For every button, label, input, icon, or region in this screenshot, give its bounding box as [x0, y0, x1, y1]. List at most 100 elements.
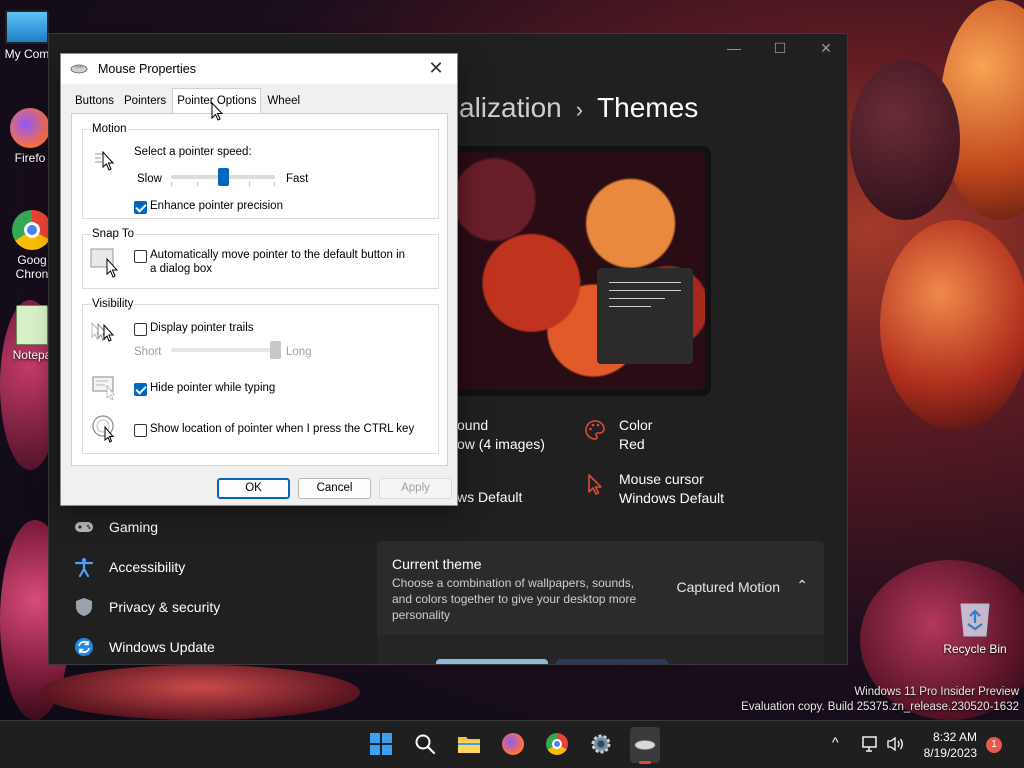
- network-button[interactable]: [862, 736, 880, 755]
- chrome-icon: [12, 210, 52, 250]
- hide-pointer-checkbox[interactable]: [134, 383, 147, 396]
- search-button[interactable]: [412, 731, 438, 757]
- taskbar: ^ 8:32 AM 8/19/2023 1: [0, 720, 1024, 768]
- mouse-pointer-icon: [211, 102, 224, 121]
- dialog-close-button[interactable]: ✕: [425, 58, 447, 79]
- firefox-icon: [502, 733, 524, 755]
- mouse-icon: [634, 740, 656, 750]
- file-explorer-button[interactable]: [456, 731, 482, 757]
- pointer-speed-icon: [95, 150, 115, 171]
- recycle-bin-icon: [960, 603, 990, 637]
- windows-watermark: Windows 11 Pro Insider Preview Evaluatio…: [741, 686, 1019, 713]
- speed-fast-label: Fast: [286, 173, 309, 185]
- current-theme-description: Choose a combination of wallpapers, soun…: [392, 576, 637, 622]
- system-clock[interactable]: 8:32 AM 8/19/2023: [924, 729, 977, 761]
- current-theme-title: Current theme: [392, 556, 482, 572]
- snap-to-icon: [90, 248, 119, 278]
- pointer-trails-track: [171, 348, 275, 352]
- show-location-checkbox[interactable]: [134, 424, 147, 437]
- tab-buttons[interactable]: Buttons: [71, 91, 118, 113]
- tab-pointers[interactable]: Pointers: [120, 91, 170, 113]
- gear-icon: [591, 734, 611, 754]
- close-button[interactable]: ✕: [803, 40, 847, 57]
- wallpaper-blob: [850, 60, 960, 220]
- theme-preview: [451, 146, 711, 396]
- theme-color-setting[interactable]: Color Red: [585, 416, 652, 454]
- current-theme-value: Captured Motion: [676, 579, 780, 595]
- apply-button: Apply: [379, 478, 452, 499]
- snap-to-checkbox[interactable]: [134, 250, 147, 263]
- chrome-taskbar-button[interactable]: [544, 731, 570, 757]
- shield-icon: [73, 596, 95, 618]
- cursor-icon: [588, 474, 602, 495]
- enhance-precision-checkbox[interactable]: [134, 201, 147, 214]
- cancel-button[interactable]: Cancel: [298, 478, 371, 499]
- palette-icon: [585, 420, 605, 440]
- monitor-icon: [5, 10, 49, 44]
- breadcrumb: alization › Themes: [459, 92, 698, 124]
- maximize-button[interactable]: ☐: [757, 40, 803, 57]
- theme-preview-window: [597, 268, 693, 364]
- pointer-trails-slider: [269, 341, 281, 359]
- hide-pointer-icon: [92, 376, 116, 401]
- chrome-icon: [546, 733, 568, 755]
- motion-legend: Motion: [91, 123, 128, 135]
- dialog-title-bar[interactable]: Mouse Properties: [61, 54, 457, 84]
- clock-time: 8:32 AM: [932, 730, 977, 744]
- breadcrumb-parent[interactable]: alization: [459, 92, 562, 123]
- nav-item-gaming[interactable]: Gaming: [73, 511, 158, 543]
- pointer-trails-icon: [91, 321, 115, 342]
- current-theme-card[interactable]: Current theme Choose a combination of wa…: [377, 541, 824, 635]
- hide-pointer-label[interactable]: Hide pointer while typing: [150, 382, 275, 394]
- snap-to-legend: Snap To: [91, 228, 135, 240]
- visibility-group: Visibility Display pointer trails Short …: [82, 298, 439, 454]
- mouse-icon: [70, 64, 88, 74]
- mouse-properties-dialog: Mouse Properties ✕ Buttons Pointers Poin…: [60, 53, 458, 506]
- wallpaper-blob: [40, 665, 360, 720]
- snap-to-label[interactable]: Automatically move pointer to the defaul…: [150, 248, 410, 276]
- folder-icon: [458, 737, 480, 753]
- dialog-tabs: Buttons Pointers Pointer Options Wheel: [71, 88, 306, 113]
- volume-button[interactable]: [886, 736, 904, 755]
- enhance-precision-label[interactable]: Enhance pointer precision: [150, 200, 283, 212]
- nav-item-windows-update[interactable]: Windows Update: [73, 631, 215, 663]
- theme-mouse-cursor-setting[interactable]: Mouse cursor Windows Default: [588, 470, 724, 508]
- mouse-properties-taskbar-button[interactable]: [630, 727, 660, 764]
- trails-short-label: Short: [134, 346, 162, 358]
- firefox-taskbar-button[interactable]: [500, 731, 526, 757]
- update-icon: [73, 636, 95, 658]
- minimize-button[interactable]: —: [711, 40, 757, 56]
- nav-item-privacy-security[interactable]: Privacy & security: [73, 591, 220, 623]
- pointer-trails-label[interactable]: Display pointer trails: [150, 322, 254, 334]
- wallpaper-blob: [880, 220, 1024, 430]
- motion-group: Motion Select a pointer speed: Slow Fast…: [82, 123, 439, 219]
- theme-background-setting[interactable]: ound ow (4 images): [457, 416, 545, 454]
- settings-taskbar-button[interactable]: [588, 731, 614, 757]
- visibility-legend: Visibility: [91, 298, 135, 310]
- tab-wheel[interactable]: Wheel: [263, 91, 304, 113]
- theme-sounds-setting[interactable]: ws Default: [457, 488, 522, 507]
- pointer-speed-prompt: Select a pointer speed:: [134, 146, 252, 158]
- theme-thumbnail[interactable]: [436, 659, 548, 664]
- desktop-icon-recycle-bin[interactable]: Recycle Bin: [942, 598, 1008, 656]
- clock-date: 8/19/2023: [923, 746, 977, 760]
- accessibility-icon: [73, 556, 95, 578]
- show-location-icon: [92, 415, 115, 443]
- volume-icon: [887, 736, 903, 752]
- theme-thumbnail[interactable]: [556, 659, 668, 664]
- ok-button[interactable]: OK: [217, 478, 290, 499]
- chevron-up-icon[interactable]: ⌃: [796, 577, 808, 594]
- notepad-icon: [16, 305, 48, 345]
- pointer-speed-slider[interactable]: [217, 168, 229, 186]
- network-icon: [862, 736, 877, 752]
- tray-overflow-chevron[interactable]: ^: [832, 734, 839, 750]
- dialog-title: Mouse Properties: [98, 62, 196, 76]
- trails-long-label: Long: [286, 346, 312, 358]
- start-button[interactable]: [368, 731, 394, 757]
- show-location-label[interactable]: Show location of pointer when I press th…: [150, 423, 414, 435]
- notification-badge[interactable]: 1: [986, 737, 1002, 753]
- windows-logo-icon: [370, 733, 392, 755]
- pointer-trails-checkbox[interactable]: [134, 323, 147, 336]
- nav-item-accessibility[interactable]: Accessibility: [73, 551, 185, 583]
- page-title: Themes: [597, 92, 699, 123]
